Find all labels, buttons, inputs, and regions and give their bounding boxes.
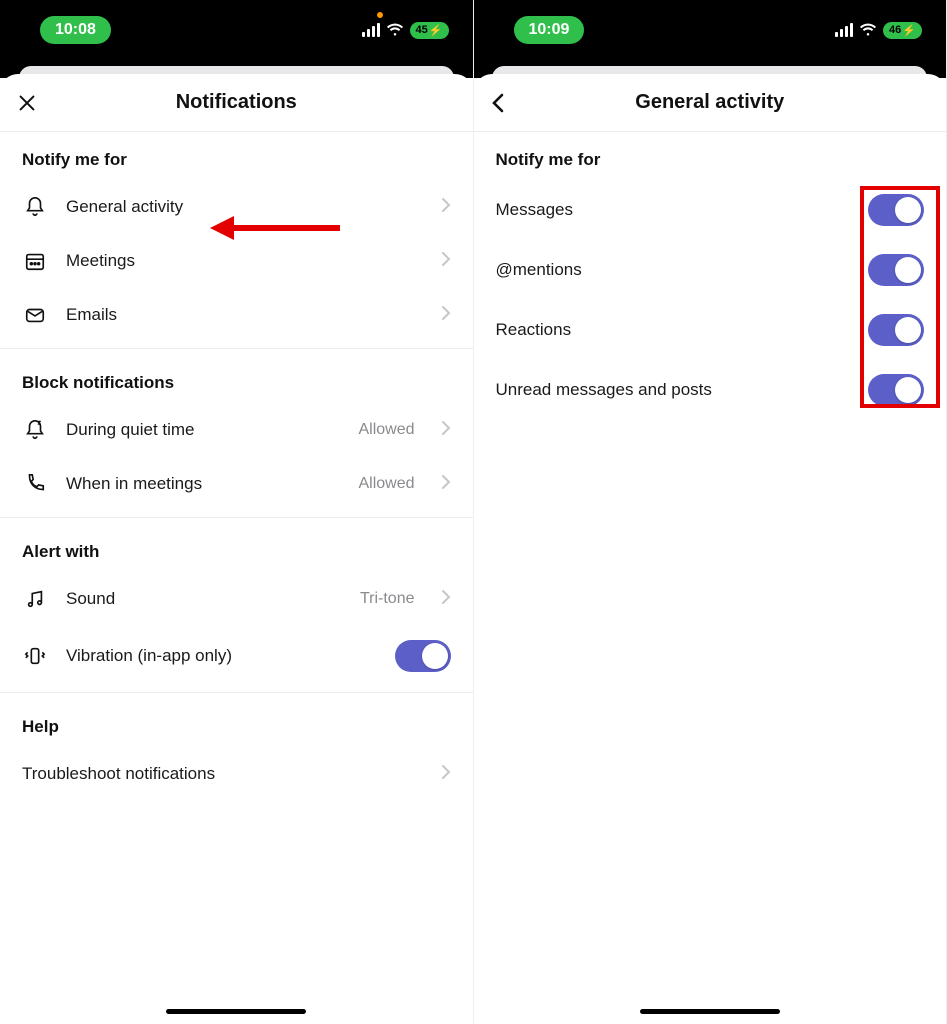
page-header: General activity xyxy=(474,74,947,132)
row-label: @mentions xyxy=(496,260,582,280)
row-label: General activity xyxy=(66,197,423,217)
page-title: General activity xyxy=(526,91,895,114)
section-title-alert: Alert with xyxy=(0,524,473,572)
calendar-icon xyxy=(22,250,48,272)
phone-icon xyxy=(22,473,48,495)
bell-icon xyxy=(22,196,48,218)
row-vibration: Vibration (in-app only) xyxy=(0,626,473,686)
row-label: Reactions xyxy=(496,320,572,340)
reactions-toggle[interactable] xyxy=(868,314,924,346)
wifi-icon xyxy=(386,23,404,37)
row-label: Troubleshoot notifications xyxy=(22,764,423,784)
vibration-icon xyxy=(22,645,48,667)
row-mentions: @mentions xyxy=(474,240,947,300)
row-label: Unread messages and posts xyxy=(496,380,712,400)
cellular-signal-icon xyxy=(835,23,853,37)
row-value: Tri-tone xyxy=(360,590,415,608)
row-in-meetings[interactable]: When in meetings Allowed xyxy=(0,457,473,511)
chevron-right-icon xyxy=(441,197,451,218)
section-title-help: Help xyxy=(0,699,473,747)
screenshot-right: 10:09 46⚡ General activity Notify me for… xyxy=(474,0,947,1024)
row-value: Allowed xyxy=(358,421,414,439)
section-title-notify: Notify me for xyxy=(0,132,473,180)
cellular-signal-icon xyxy=(362,23,380,37)
status-bar: 10:09 46⚡ xyxy=(474,0,947,60)
status-icons: 45⚡ xyxy=(362,22,449,39)
close-button[interactable] xyxy=(16,92,52,114)
home-indicator xyxy=(640,1009,780,1014)
row-label: Emails xyxy=(66,305,423,325)
notifications-content: Notify me for General activity Meetings xyxy=(0,132,473,1024)
row-label: During quiet time xyxy=(66,420,340,440)
mentions-toggle[interactable] xyxy=(868,254,924,286)
divider xyxy=(0,348,473,349)
row-unread: Unread messages and posts xyxy=(474,360,947,420)
chevron-right-icon xyxy=(441,589,451,610)
home-indicator xyxy=(166,1009,306,1014)
battery-indicator: 45⚡ xyxy=(410,22,449,39)
chevron-left-icon xyxy=(490,92,506,114)
row-sound[interactable]: Sound Tri-tone xyxy=(0,572,473,626)
divider xyxy=(0,692,473,693)
chevron-right-icon xyxy=(441,420,451,441)
battery-indicator: 46⚡ xyxy=(883,22,922,39)
row-label: Meetings xyxy=(66,251,423,271)
page-header: Notifications xyxy=(0,74,473,132)
status-bar: 10:08 45⚡ xyxy=(0,0,473,60)
section-title-block: Block notifications xyxy=(0,355,473,403)
status-time-pill: 10:08 xyxy=(40,16,111,44)
recording-dot-icon xyxy=(377,12,383,18)
row-troubleshoot[interactable]: Troubleshoot notifications xyxy=(0,747,473,801)
back-button[interactable] xyxy=(490,92,526,114)
section-title-notify: Notify me for xyxy=(474,132,947,180)
wifi-icon xyxy=(859,23,877,37)
screenshot-left: 10:08 45⚡ Notifications Notify me for Ge… xyxy=(0,0,474,1024)
vibration-toggle[interactable] xyxy=(395,640,451,672)
row-value: Allowed xyxy=(358,475,414,493)
row-label: Messages xyxy=(496,200,573,220)
general-activity-content: Notify me for Messages @mentions Reactio… xyxy=(474,132,947,1024)
unread-toggle[interactable] xyxy=(868,374,924,406)
music-icon xyxy=(22,588,48,610)
row-messages: Messages xyxy=(474,180,947,240)
status-time-pill: 10:09 xyxy=(514,16,585,44)
divider xyxy=(0,517,473,518)
chevron-right-icon xyxy=(441,251,451,272)
row-label: When in meetings xyxy=(66,474,340,494)
chevron-right-icon xyxy=(441,764,451,785)
row-quiet-time[interactable]: z During quiet time Allowed xyxy=(0,403,473,457)
chevron-right-icon xyxy=(441,305,451,326)
row-reactions: Reactions xyxy=(474,300,947,360)
svg-text:z: z xyxy=(38,420,41,427)
row-emails[interactable]: Emails xyxy=(0,288,473,342)
messages-toggle[interactable] xyxy=(868,194,924,226)
row-label: Vibration (in-app only) xyxy=(66,646,377,666)
row-label: Sound xyxy=(66,589,342,609)
row-meetings[interactable]: Meetings xyxy=(0,234,473,288)
quiet-time-icon: z xyxy=(22,419,48,441)
status-icons: 46⚡ xyxy=(835,22,922,39)
row-general-activity[interactable]: General activity xyxy=(0,180,473,234)
page-title: Notifications xyxy=(52,91,421,114)
close-icon xyxy=(16,92,38,114)
chevron-right-icon xyxy=(441,474,451,495)
mail-icon xyxy=(22,304,48,326)
